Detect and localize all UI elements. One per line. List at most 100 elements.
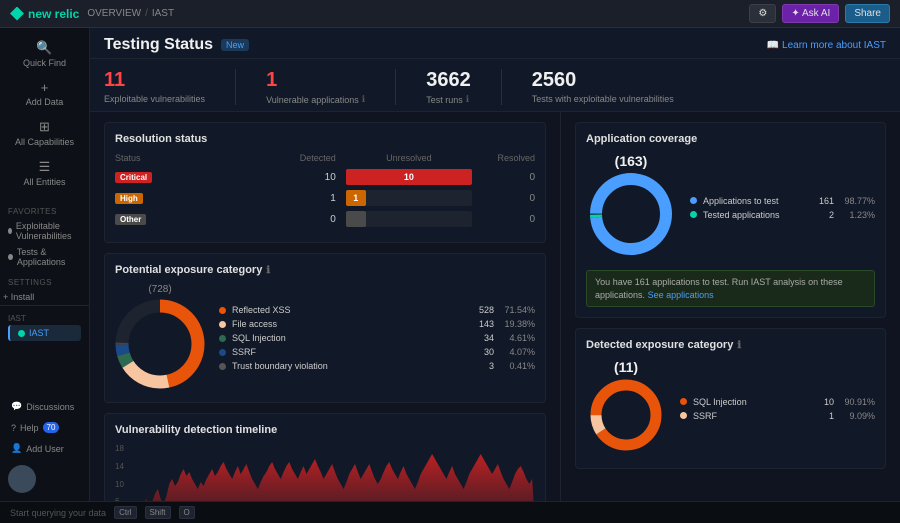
kbd-ctrl: Ctrl <box>114 506 136 519</box>
stat-number-tests-expl: 2560 <box>532 69 674 92</box>
potential-legend: Reflected XSS 528 71.54% File access 143… <box>219 305 535 371</box>
coverage-note: You have 161 applications to test. Run I… <box>586 270 875 307</box>
sidebar-label-capabilities: All Capabilities <box>15 137 74 147</box>
sidebar-item-entities[interactable]: ☰ All Entities <box>0 153 89 193</box>
donut-area-potential: (728) <box>115 284 535 392</box>
right-panel: Application coverage (163) <box>560 112 900 501</box>
discussions-item[interactable]: 💬 Discussions <box>8 398 81 415</box>
learn-more-link[interactable]: 📖 Learn more about IAST <box>767 40 886 51</box>
legend-label-app-test: Applications to test <box>703 196 808 206</box>
main-layout: 🔍 Quick Find + Add Data ⊞ All Capabiliti… <box>0 28 900 501</box>
legend-dot-sql-det <box>680 398 687 405</box>
iast-label-text: IAST <box>29 328 49 338</box>
iast-section-label: IAST <box>8 310 81 325</box>
sidebar-item-tests[interactable]: Tests & Applications <box>0 244 89 270</box>
legend-label-sql: SQL Injection <box>232 333 468 343</box>
legend-val-app-test: 161 <box>814 196 834 206</box>
sidebar-item-exploitable[interactable]: Exploitable Vulnerabilities <box>0 218 89 244</box>
legend-pct-sql: 4.61% <box>500 333 535 343</box>
timeline-card: Vulnerability detection timeline 18 14 1… <box>104 413 546 501</box>
sidebar-item-capabilities[interactable]: ⊞ All Capabilities <box>0 113 89 153</box>
help-icon: ? <box>11 423 16 433</box>
sidebar-item-add-data[interactable]: + Add Data <box>0 74 89 113</box>
stat-vulnerable-apps: 1 Vulnerable applications ℹ <box>266 69 365 105</box>
legend-row: Tested applications 2 1.23% <box>690 210 875 220</box>
dot-icon <box>8 228 12 234</box>
dot-icon-2 <box>8 254 13 260</box>
legend-row: SQL Injection 34 4.61% <box>219 333 535 343</box>
legend-row-ssrf: SSRF 1 9.09% <box>680 411 875 421</box>
legend-label-ssrf: SSRF <box>232 347 468 357</box>
coverage-donut: (163) <box>586 153 676 262</box>
settings-button[interactable]: ⚙ <box>749 4 776 23</box>
coverage-note-text: You have 161 applications to test. Run I… <box>595 277 843 300</box>
table-row: Critical 10 10 0 <box>115 169 535 185</box>
legend-val-tbv: 3 <box>474 361 494 371</box>
plus-icon: + <box>41 80 49 95</box>
legend-val-sql: 34 <box>474 333 494 343</box>
bar-area-high: 1 <box>346 190 472 206</box>
search-icon: 🔍 <box>36 40 52 56</box>
sidebar-bottom: 💬 Discussions ? Help 70 👤 Add User <box>0 390 89 501</box>
timeline-title: Vulnerability detection timeline <box>115 424 535 436</box>
list-icon: ☰ <box>39 159 51 175</box>
sidebar-nav: 🔍 Quick Find + Add Data ⊞ All Capabiliti… <box>0 28 89 199</box>
bar-fill-critical: 10 <box>346 169 472 185</box>
bar-area-other <box>346 211 472 227</box>
install-button[interactable]: + Install <box>0 289 89 305</box>
legend-pct-tested: 1.23% <box>840 210 875 220</box>
legend-pct-file: 19.38% <box>500 319 535 329</box>
breadcrumb: OVERVIEW / IAST <box>87 8 174 19</box>
detected-donut: (11) <box>586 359 666 458</box>
user-icon: 👤 <box>11 443 22 454</box>
content-grid: Resolution status Status Detected Unreso… <box>90 112 900 501</box>
ask-ai-button[interactable]: ✦ Ask AI <box>782 4 839 23</box>
legend-pct-rxss: 71.54% <box>500 305 535 315</box>
timeline-area <box>135 454 535 501</box>
application-coverage-card: Application coverage (163) <box>575 122 886 318</box>
tests-label: Tests & Applications <box>17 247 81 267</box>
share-button[interactable]: Share <box>845 4 890 23</box>
add-user-item[interactable]: 👤 Add User <box>8 440 81 457</box>
detected-exposure-title: Detected exposure category ℹ <box>586 339 875 351</box>
legend-label-tested: Tested applications <box>703 210 808 220</box>
add-user-label: Add User <box>26 444 64 454</box>
y-label: 18 <box>115 444 124 453</box>
donut-chart-potential: (728) <box>115 284 205 392</box>
coverage-total: (163) <box>586 153 676 169</box>
donut-total-label: (728) <box>115 284 205 295</box>
bar-area-critical: 10 <box>346 169 472 185</box>
logo-text: new relic <box>28 7 79 21</box>
page-title-row: Testing Status New <box>104 36 249 54</box>
top-bar: new relic OVERVIEW / IAST ⚙ ✦ Ask AI Sha… <box>0 0 900 28</box>
detected-exposure-card: Detected exposure category ℹ (11) <box>575 328 886 469</box>
breadcrumb-overview[interactable]: OVERVIEW <box>87 8 141 19</box>
sidebar-item-iast[interactable]: IAST <box>8 325 81 341</box>
settings-section-label: SETTINGS <box>0 270 89 289</box>
sidebar-label-entities: All Entities <box>23 177 65 187</box>
bar-container-high: 1 <box>346 190 472 206</box>
legend-label-sql-det: SQL Injection <box>693 397 808 407</box>
exploitable-label: Exploitable Vulnerabilities <box>16 221 81 241</box>
bar-fill-other <box>346 211 366 227</box>
col-unresolved: Unresolved <box>346 153 472 163</box>
y-label: 10 <box>115 480 124 489</box>
coverage-link[interactable]: See applications <box>648 290 714 300</box>
favorites-section-label: FAVORITES <box>0 199 89 218</box>
sidebar-item-search[interactable]: 🔍 Quick Find <box>0 34 89 74</box>
application-coverage-title: Application coverage <box>586 133 875 145</box>
avatar[interactable] <box>8 465 36 493</box>
bottom-prompt: Start querying your data <box>10 508 106 518</box>
kbd-o: O <box>179 506 195 519</box>
legend-dot-ssrf <box>219 349 226 356</box>
help-item[interactable]: ? Help 70 <box>8 419 81 436</box>
resolution-table: Status Detected Unresolved Resolved Crit… <box>115 153 535 227</box>
kbd-shift: Shift <box>145 506 171 519</box>
legend-row: Reflected XSS 528 71.54% <box>219 305 535 315</box>
col-detected: Detected <box>210 153 346 163</box>
breadcrumb-iast[interactable]: IAST <box>152 8 174 19</box>
page-title: Testing Status <box>104 36 213 54</box>
sidebar: 🔍 Quick Find + Add Data ⊞ All Capabiliti… <box>0 28 90 501</box>
stat-label-vuln-apps: Vulnerable applications ℹ <box>266 94 365 105</box>
stats-row: 11 Exploitable vulnerabilities 1 Vulnera… <box>90 59 900 112</box>
